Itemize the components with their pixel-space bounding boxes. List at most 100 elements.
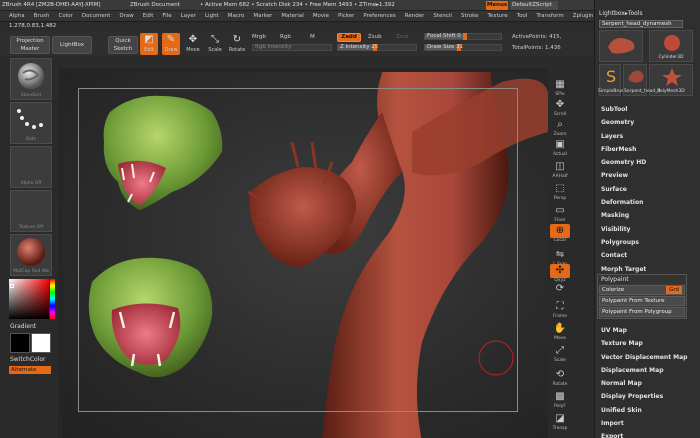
palette-geometry[interactable]: Geometry — [597, 116, 697, 129]
view-button-floor[interactable]: ▭ Floor — [550, 204, 570, 225]
menu-transform[interactable]: Transform — [536, 11, 563, 21]
tool-thumb-serpent-head[interactable]: Serpent_head_d — [623, 64, 660, 96]
menu-movie[interactable]: Movie — [313, 11, 329, 21]
color-picker-cursor[interactable] — [10, 284, 14, 288]
gradient-label[interactable]: Gradient — [10, 323, 36, 330]
tool-thumb-serpent[interactable] — [599, 30, 643, 62]
palette-unified-skin[interactable]: Unified Skin — [597, 404, 697, 417]
palette-polygroups[interactable]: Polygroups — [597, 236, 697, 249]
menu-picker[interactable]: Picker — [338, 11, 354, 21]
palette-normal-map[interactable]: Normal Map — [597, 377, 697, 390]
palette-preview[interactable]: Preview — [597, 169, 697, 182]
palette-displacement-map[interactable]: Displacement Map — [597, 364, 697, 377]
menu-preferences[interactable]: Preferences — [363, 11, 395, 21]
menu-color[interactable]: Color — [59, 11, 73, 21]
palette-subtool[interactable]: SubTool — [597, 103, 697, 116]
switch-color-button[interactable]: SwitchColor — [10, 356, 46, 363]
palette-layers[interactable]: Layers — [597, 130, 697, 143]
quick-sketch-button[interactable]: Quick Sketch — [108, 36, 138, 54]
palette-display-properties[interactable]: Display Properties — [597, 390, 697, 403]
menu-draw[interactable]: Draw — [119, 11, 133, 21]
palette-contact[interactable]: Contact — [597, 249, 697, 262]
default-zscript-button[interactable]: DefaultZScript — [510, 1, 558, 10]
brush-thumbnail[interactable]: Standard — [10, 58, 52, 100]
palette-fibermesh[interactable]: FiberMesh — [597, 143, 697, 156]
polypaint-from-polygroup-button[interactable]: Polypaint From Polygroup — [599, 307, 685, 317]
secondary-color-swatch[interactable] — [10, 333, 30, 353]
palette-import[interactable]: Import — [597, 417, 697, 430]
draw-mode-button[interactable]: ✎ Draw — [162, 33, 180, 55]
stroke-thumbnail[interactable]: Dots — [10, 102, 52, 144]
edit-mode-button[interactable]: ◩ Edit — [140, 33, 158, 55]
menu-edit[interactable]: Edit — [143, 11, 154, 21]
menu-alpha[interactable]: Alpha — [9, 11, 25, 21]
rotate-mode-button[interactable]: ↻ Rotate — [228, 33, 246, 55]
hue-bar[interactable] — [50, 279, 55, 319]
menus-button[interactable]: Menus — [486, 1, 508, 10]
palette-masking[interactable]: Masking — [597, 209, 697, 222]
view-button-polyf[interactable]: ▩ PolyF — [550, 390, 570, 411]
current-tool-selector[interactable]: Serpent_head_dynamesh — [599, 20, 683, 28]
texture-thumbnail[interactable]: Texture Off — [10, 190, 52, 232]
view-button-local[interactable]: ⊕ Local — [550, 224, 570, 245]
view-button-scale[interactable]: ⤢ Scale — [550, 344, 570, 365]
color-picker[interactable] — [9, 279, 49, 319]
move-mode-button[interactable]: ✥ Move — [184, 33, 202, 55]
menu-brush[interactable]: Brush — [34, 11, 50, 21]
palette-visibility[interactable]: Visibility — [597, 223, 697, 236]
view-button-scroll[interactable]: ✥ Scroll — [550, 98, 570, 119]
view-button-spix[interactable]: ▦ SPix — [550, 78, 570, 99]
material-thumbnail[interactable]: MatCap Red Wa — [10, 234, 52, 276]
m-toggle[interactable]: M — [310, 34, 315, 40]
menu-tool[interactable]: Tool — [517, 11, 528, 21]
menu-stencil[interactable]: Stencil — [433, 11, 452, 21]
focal-shift-slider[interactable]: Focal Shift 0 — [424, 33, 502, 40]
menu-zplugin[interactable]: Zplugin — [573, 11, 594, 21]
view-button-transp[interactable]: ◪ Transp — [550, 412, 570, 433]
view-button-rotate[interactable]: ⟲ Rotate — [550, 368, 570, 389]
draw-size-slider[interactable]: Draw Size 31 — [424, 44, 502, 51]
palette-deformation[interactable]: Deformation — [597, 196, 697, 209]
menu-marker[interactable]: Marker — [253, 11, 272, 21]
rgb-intensity-slider[interactable]: Rgb Intensity — [252, 44, 332, 51]
palette-uv-map[interactable]: UV Map — [597, 324, 697, 337]
colorize-toggle[interactable]: Colorize Grd — [599, 285, 685, 295]
alternate-button[interactable]: Alternate — [9, 366, 51, 374]
zsub-button[interactable]: Zsub — [368, 34, 382, 40]
view-button-zoom[interactable]: ⌕ Zoom — [550, 118, 570, 139]
tool-thumb-simplebrush[interactable]: S SimpleBrush — [598, 64, 626, 96]
zcut-button[interactable]: Zcut — [396, 34, 408, 40]
view-button-persp[interactable]: ⬚ Persp — [550, 182, 570, 203]
lightbox-tools-title[interactable]: Lightbox▸Tools — [599, 10, 643, 17]
projection-master-button[interactable]: Projection Master — [10, 36, 50, 54]
view-button-actual[interactable]: ▣ Actual — [550, 138, 570, 159]
tool-thumb-cylinder3d[interactable]: Cylinder3D — [649, 30, 693, 62]
z-intensity-slider[interactable]: Z Intensity 25 — [337, 44, 417, 51]
menu-document[interactable]: Document — [82, 11, 111, 21]
palette-vector-displacement-map[interactable]: Vector Displacement Map — [597, 351, 697, 364]
menu-texture[interactable]: Texture — [488, 11, 508, 21]
palette-geometry-hd[interactable]: Geometry HD — [597, 156, 697, 169]
primary-color-swatch[interactable] — [31, 333, 51, 353]
palette-export[interactable]: Export — [597, 430, 697, 438]
menu-macro[interactable]: Macro — [228, 11, 245, 21]
rgb-toggle[interactable]: Rgb — [280, 34, 291, 40]
menu-layer[interactable]: Layer — [181, 11, 196, 21]
palette-surface[interactable]: Surface — [597, 183, 697, 196]
mrgb-toggle[interactable]: Mrgb — [252, 34, 266, 40]
zadd-button[interactable]: Zadd — [337, 33, 361, 42]
menu-material[interactable]: Material — [281, 11, 303, 21]
alpha-thumbnail[interactable]: Alpha Off — [10, 146, 52, 188]
menu-light[interactable]: Light — [205, 11, 219, 21]
grd-toggle[interactable]: Grd — [666, 286, 682, 294]
palette-texture-map[interactable]: Texture Map — [597, 337, 697, 350]
polypaint-header[interactable]: Polypaint — [598, 275, 686, 284]
view-button-frame[interactable]: ⛶ Frame — [550, 300, 570, 321]
view-button-move[interactable]: ✋ Move — [550, 322, 570, 343]
view-button-aahalf[interactable]: ◫ AAHalf — [550, 160, 570, 181]
menu-render[interactable]: Render — [405, 11, 425, 21]
polypaint-from-texture-button[interactable]: Polypaint From Texture — [599, 296, 685, 306]
menu-file[interactable]: File — [162, 11, 171, 21]
menu-stroke[interactable]: Stroke — [461, 11, 479, 21]
lightbox-button[interactable]: LightBox — [52, 36, 92, 54]
